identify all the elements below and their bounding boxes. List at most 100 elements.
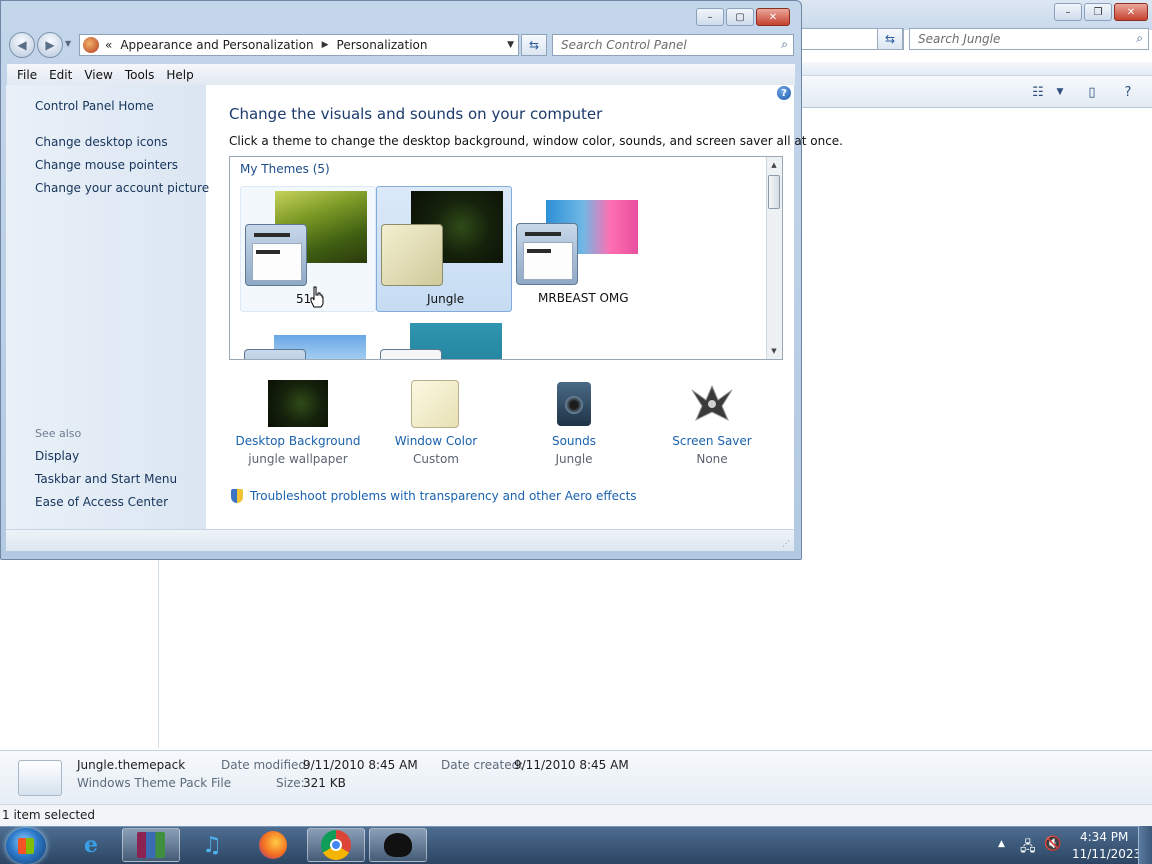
clock-time[interactable]: 4:34 PM (1080, 830, 1128, 844)
window-color-swatch[interactable] (411, 380, 459, 428)
troubleshoot-aero-link[interactable]: Troubleshoot problems with transparency … (250, 489, 637, 503)
theme-tile-mrbeast[interactable]: MRBEAST OMG (512, 186, 648, 312)
maximize-icon[interactable]: ▢ (726, 8, 754, 26)
taskbar-firefox[interactable] (244, 828, 302, 862)
search-input[interactable]: Search Control Panel ⌕ (552, 34, 794, 56)
sidebar-change-desktop-icons[interactable]: Change desktop icons (35, 135, 168, 149)
background-toolbar: ☷ ▼ ▯ ? (800, 76, 1152, 108)
page-subtitle: Click a theme to change the desktop back… (229, 134, 843, 148)
details-file-type: Windows Theme Pack File (77, 776, 232, 790)
screen-saver-icon[interactable] (688, 380, 736, 428)
option-title[interactable]: Sounds (509, 434, 639, 448)
details-size-label: Size: (276, 776, 305, 790)
window-status-bar: ⋰ (6, 529, 794, 551)
window-color-icon (245, 224, 307, 286)
music-note-icon: ♫ (202, 832, 222, 858)
background-search-input[interactable]: Search Jungle ⌕ (909, 28, 1149, 50)
window-color-option[interactable]: Window Color Custom (371, 434, 501, 466)
desktop-background-option[interactable]: Desktop Background jungle wallpaper (233, 434, 363, 466)
ink-app-icon (384, 833, 412, 857)
theme-label: MRBEAST OMG (538, 291, 629, 305)
chevron-down-icon[interactable]: ▼ (507, 40, 514, 50)
show-desktop-button[interactable] (1138, 826, 1152, 864)
theme-tile-jungle[interactable]: Jungle (376, 186, 512, 312)
taskbar-itunes[interactable]: ♫ (183, 828, 241, 862)
shield-icon (231, 489, 243, 503)
scroll-up-icon[interactable]: ▲ (766, 157, 782, 173)
status-bar: 1 item selected (0, 804, 1152, 826)
close-icon[interactable]: ✕ (1114, 3, 1148, 21)
sounds-option[interactable]: Sounds Jungle (509, 434, 639, 466)
help-icon[interactable]: ? (1118, 83, 1138, 101)
background-refresh-button[interactable]: ⇆ (877, 28, 903, 50)
sidebar-display[interactable]: Display (35, 449, 79, 463)
breadcrumb-overflow[interactable]: « (105, 38, 112, 52)
desktop-background-thumbnail[interactable] (268, 380, 328, 427)
menu-bar: File Edit View Tools Help (7, 64, 795, 86)
menu-file[interactable]: File (11, 68, 43, 82)
sidebar-ease-of-access[interactable]: Ease of Access Center (35, 495, 168, 509)
scroll-down-icon[interactable]: ▼ (766, 343, 782, 359)
resize-grip-icon[interactable]: ⋰ (782, 539, 790, 548)
option-title[interactable]: Screen Saver (647, 434, 777, 448)
minimize-icon[interactable]: – (696, 8, 724, 26)
address-bar[interactable]: « Appearance and Personalization ▶ Perso… (79, 34, 519, 56)
menu-tools[interactable]: Tools (119, 68, 161, 82)
breadcrumb-parent[interactable]: Appearance and Personalization (120, 38, 313, 52)
sidebar-control-panel-home[interactable]: Control Panel Home (35, 99, 154, 113)
forward-button[interactable]: ▶ (37, 32, 63, 58)
refresh-icon: ⇆ (528, 38, 540, 52)
taskbar-chrome[interactable] (307, 828, 365, 862)
start-button[interactable] (6, 828, 46, 864)
window-color-icon (244, 349, 306, 359)
taskbar-winrar[interactable] (122, 828, 180, 862)
theme-group-label: My Themes (5) (240, 162, 330, 176)
clock-date[interactable]: 11/11/2023 (1072, 847, 1141, 861)
speaker-icon[interactable] (557, 382, 591, 426)
theme-tile-partial-4[interactable] (240, 317, 376, 359)
volume-muted-icon[interactable]: 🔇 (1044, 836, 1061, 852)
close-icon[interactable]: ✕ (756, 8, 790, 26)
theme-label: 51 (296, 292, 312, 306)
taskbar-internet-explorer[interactable]: e (62, 828, 120, 862)
sidebar-change-mouse-pointers[interactable]: Change mouse pointers (35, 158, 178, 172)
network-icon[interactable]: 🖧 (1020, 836, 1036, 860)
window-color-icon (380, 349, 442, 359)
menu-edit[interactable]: Edit (43, 68, 78, 82)
option-title[interactable]: Desktop Background (233, 434, 363, 448)
option-value: None (696, 452, 728, 466)
recent-pages-chevron-icon[interactable]: ▼ (65, 39, 71, 48)
screen-saver-option[interactable]: Screen Saver None (647, 434, 777, 466)
theme-tile-partial-5[interactable] (376, 317, 512, 359)
help-icon[interactable]: ? (777, 86, 791, 100)
minimize-icon[interactable]: – (1054, 3, 1082, 21)
theme-list[interactable]: My Themes (5) 51 Jungle MRBEAST OMG ▲ ▼ (229, 156, 783, 360)
breadcrumb-separator-icon[interactable]: ▶ (322, 40, 329, 50)
menu-view[interactable]: View (78, 68, 118, 82)
sidebar-taskbar-start-menu[interactable]: Taskbar and Start Menu (35, 472, 177, 486)
search-icon[interactable]: ⌕ (1136, 31, 1143, 46)
option-value: jungle wallpaper (248, 452, 348, 466)
winrar-icon (137, 832, 165, 858)
theme-tile-51[interactable]: 51 (240, 186, 376, 312)
details-size: 321 KB (303, 776, 346, 790)
chevron-down-icon[interactable]: ▼ (1050, 83, 1070, 101)
sidebar-change-account-picture[interactable]: Change your account picture (35, 181, 209, 195)
restore-icon[interactable]: ❐ (1084, 3, 1112, 21)
search-placeholder: Search Jungle (918, 32, 1001, 46)
theme-list-scrollbar[interactable]: ▲ ▼ (766, 157, 782, 359)
hand-cursor-icon (310, 286, 324, 308)
views-icon[interactable]: ☷ (1028, 83, 1048, 101)
see-also-heading: See also (35, 427, 82, 440)
refresh-button[interactable]: ⇆ (521, 34, 547, 56)
themepack-file-icon (18, 760, 62, 796)
option-title[interactable]: Window Color (371, 434, 501, 448)
scroll-thumb[interactable] (768, 175, 780, 209)
menu-help[interactable]: Help (160, 68, 199, 82)
preview-pane-icon[interactable]: ▯ (1082, 83, 1102, 101)
back-button[interactable]: ◀ (9, 32, 35, 58)
search-icon[interactable]: ⌕ (781, 37, 788, 52)
breadcrumb-current[interactable]: Personalization (337, 38, 428, 52)
taskbar-ink-app[interactable] (369, 828, 427, 862)
chevron-up-icon[interactable]: ▲ (998, 839, 1005, 849)
